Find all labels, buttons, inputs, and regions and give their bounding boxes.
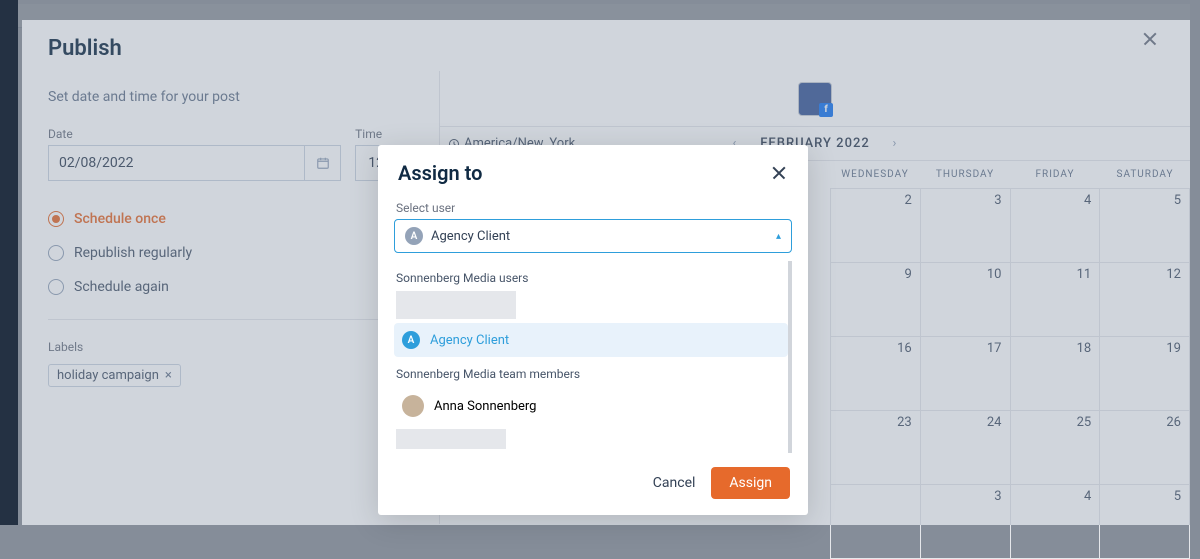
- user-dropdown: Sonnenberg Media users A Agency Client S…: [394, 261, 792, 453]
- dayname: FRIDAY: [1010, 169, 1100, 180]
- calendar-cell[interactable]: 18: [1011, 337, 1101, 411]
- channel-strip: [440, 71, 1190, 127]
- dayname: THURSDAY: [920, 169, 1010, 180]
- time-label: Time: [355, 127, 413, 141]
- cancel-button[interactable]: Cancel: [653, 475, 696, 491]
- redacted-user[interactable]: [396, 291, 516, 319]
- calendar-cell[interactable]: 10: [921, 263, 1011, 337]
- radio-dot-icon: [48, 211, 64, 227]
- calendar-cell[interactable]: 3: [921, 189, 1011, 263]
- calendar-cell[interactable]: 23: [831, 411, 921, 485]
- close-icon[interactable]: [1142, 38, 1164, 60]
- calendar-cell[interactable]: [831, 485, 921, 559]
- avatar-initial-icon: A: [402, 331, 420, 349]
- calendar-cell[interactable]: 2: [831, 189, 921, 263]
- calendar-cell[interactable]: 25: [1011, 411, 1101, 485]
- next-month-icon[interactable]: ›: [885, 134, 905, 154]
- calendar-icon[interactable]: [305, 145, 341, 181]
- option-text: Agency Client: [430, 333, 509, 348]
- calendar-cell[interactable]: 5: [1100, 485, 1190, 559]
- option-anna-sonnenberg[interactable]: Anna Sonnenberg: [394, 387, 788, 425]
- group-label-users: Sonnenberg Media users: [396, 271, 786, 285]
- selected-user-text: Agency Client: [431, 229, 510, 244]
- facebook-channel-icon[interactable]: [798, 82, 832, 116]
- redacted-user[interactable]: [396, 429, 506, 449]
- dayname: SATURDAY: [1100, 169, 1190, 180]
- label-chip[interactable]: holiday campaign ×: [48, 364, 181, 387]
- calendar-cell[interactable]: 12: [1100, 263, 1190, 337]
- radio-republish-regularly[interactable]: Republish regularly: [48, 245, 413, 261]
- close-icon[interactable]: [770, 164, 788, 182]
- calendar-cell[interactable]: 9: [831, 263, 921, 337]
- left-rail: [0, 0, 18, 525]
- assign-dialog: Assign to Select user A Agency Client ▴ …: [378, 145, 808, 515]
- calendar-daynames: WEDNESDAY THURSDAY FRIDAY SATURDAY: [830, 161, 1190, 189]
- radio-dot-icon: [48, 279, 64, 295]
- group-label-team: Sonnenberg Media team members: [396, 367, 786, 381]
- labels-label: Labels: [48, 340, 413, 354]
- radio-dot-icon: [48, 245, 64, 261]
- chip-remove-icon[interactable]: ×: [165, 368, 172, 383]
- radio-schedule-once[interactable]: Schedule once: [48, 211, 413, 227]
- assign-button[interactable]: Assign: [711, 467, 790, 499]
- dayname: WEDNESDAY: [830, 169, 920, 180]
- calendar-cell[interactable]: 5: [1100, 189, 1190, 263]
- calendar-grid: 2 3 4 5 9 10 11 12 16 17 18 19 23 24 25 …: [830, 189, 1190, 559]
- select-user-label: Select user: [396, 201, 790, 215]
- publish-subtitle: Set date and time for your post: [48, 89, 413, 105]
- avatar-icon: [402, 395, 424, 417]
- calendar-cell[interactable]: 4: [1011, 485, 1101, 559]
- calendar-cell[interactable]: 24: [921, 411, 1011, 485]
- calendar-cell[interactable]: 16: [831, 337, 921, 411]
- user-select[interactable]: A Agency Client ▴: [394, 219, 792, 253]
- date-label: Date: [48, 127, 341, 141]
- calendar-cell[interactable]: 11: [1011, 263, 1101, 337]
- calendar-cell[interactable]: 4: [1011, 189, 1101, 263]
- radio-label: Schedule once: [74, 211, 166, 227]
- assign-title: Assign to: [398, 161, 482, 185]
- chevron-up-icon: ▴: [776, 231, 781, 242]
- publish-title: Publish: [48, 36, 122, 61]
- radio-label: Schedule again: [74, 279, 169, 295]
- avatar-initial-icon: A: [405, 227, 423, 245]
- radio-schedule-again[interactable]: Schedule again: [48, 279, 413, 295]
- date-input[interactable]: [48, 145, 305, 181]
- option-text: Anna Sonnenberg: [434, 399, 536, 414]
- calendar-cell[interactable]: 17: [921, 337, 1011, 411]
- calendar-cell[interactable]: 26: [1100, 411, 1190, 485]
- calendar-cell[interactable]: 19: [1100, 337, 1190, 411]
- radio-label: Republish regularly: [74, 245, 192, 261]
- option-agency-client[interactable]: A Agency Client: [394, 323, 788, 357]
- calendar-cell[interactable]: 3: [921, 485, 1011, 559]
- chip-text: holiday campaign: [57, 368, 159, 383]
